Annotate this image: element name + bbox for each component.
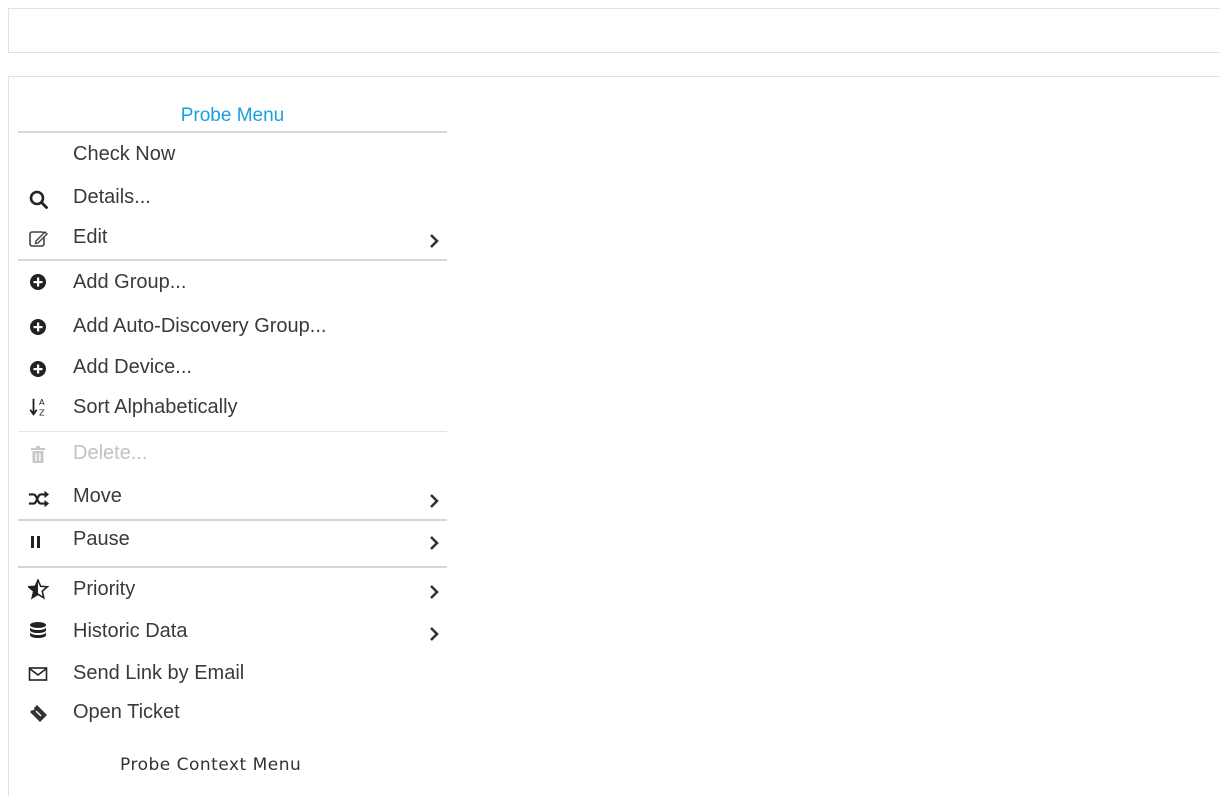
envelope-icon — [28, 667, 48, 681]
chevron-right-icon — [430, 627, 439, 641]
menu-item-sort-alphabetically[interactable]: A Z Sort Alphabetically — [18, 389, 447, 432]
menu-item-label: Priority — [73, 578, 136, 600]
search-icon — [29, 190, 48, 209]
sort-alpha-icon: A Z — [29, 397, 45, 417]
edit-icon — [29, 231, 48, 247]
menu-item-label: Add Group... — [73, 271, 187, 293]
menu-item-label: Move — [73, 485, 122, 507]
menu-item-open-ticket[interactable]: Open Ticket — [18, 694, 447, 732]
menu-item-label: Historic Data — [73, 620, 188, 642]
chevron-right-icon — [430, 234, 439, 248]
figure-caption: Probe Context Menu — [120, 755, 302, 775]
menu-item-label: Add Device... — [73, 356, 192, 378]
svg-text:Z: Z — [39, 407, 45, 417]
menu-item-label: Send Link by Email — [73, 662, 245, 684]
chevron-right-icon — [430, 585, 439, 599]
menu-item-historic-data[interactable]: Historic Data — [18, 609, 447, 652]
menu-item-add-device[interactable]: Add Device... — [18, 349, 447, 389]
menu-item-priority[interactable]: Priority — [18, 567, 447, 609]
trash-icon — [31, 446, 45, 463]
menu-item-label: Pause — [73, 528, 130, 550]
database-icon — [30, 622, 46, 638]
menu-item-check-now[interactable]: Check Now — [18, 135, 447, 178]
menu-item-add-auto-discovery-group[interactable]: Add Auto-Discovery Group... — [18, 305, 447, 349]
chevron-right-icon — [430, 536, 439, 550]
menu-item-label: Add Auto-Discovery Group... — [73, 315, 327, 337]
menu-item-pause[interactable]: Pause — [18, 520, 447, 568]
menu-item-send-link-by-email[interactable]: Send Link by Email — [18, 652, 447, 694]
menu-item-label: Edit — [73, 226, 108, 248]
menu-title: Probe Menu — [18, 98, 447, 133]
menu-item-add-group[interactable]: Add Group... — [18, 260, 447, 305]
menu-item-label: Open Ticket — [73, 701, 180, 723]
menu-item-edit[interactable]: Edit — [18, 218, 447, 261]
menu-item-label: Sort Alphabetically — [73, 396, 238, 418]
pause-icon — [31, 536, 40, 548]
chevron-right-icon — [430, 494, 439, 508]
menu-item-label: Details... — [73, 186, 151, 208]
add-circle-icon — [30, 319, 46, 335]
svg-text:A: A — [39, 397, 45, 407]
menu-item-label: Delete... — [73, 442, 148, 464]
add-circle-icon — [30, 361, 46, 377]
ticket-icon — [30, 705, 47, 722]
menu-item-move[interactable]: Move — [18, 477, 447, 521]
top-bar — [8, 8, 1220, 53]
probe-context-menu: Probe Menu Check Now Details... Edit Add… — [18, 98, 447, 732]
menu-item-delete: Delete... — [18, 432, 447, 477]
shuffle-icon — [28, 490, 50, 508]
menu-item-details[interactable]: Details... — [18, 178, 447, 218]
menu-item-label: Check Now — [73, 143, 176, 165]
star-half-icon — [28, 579, 50, 600]
add-circle-icon — [30, 274, 46, 290]
